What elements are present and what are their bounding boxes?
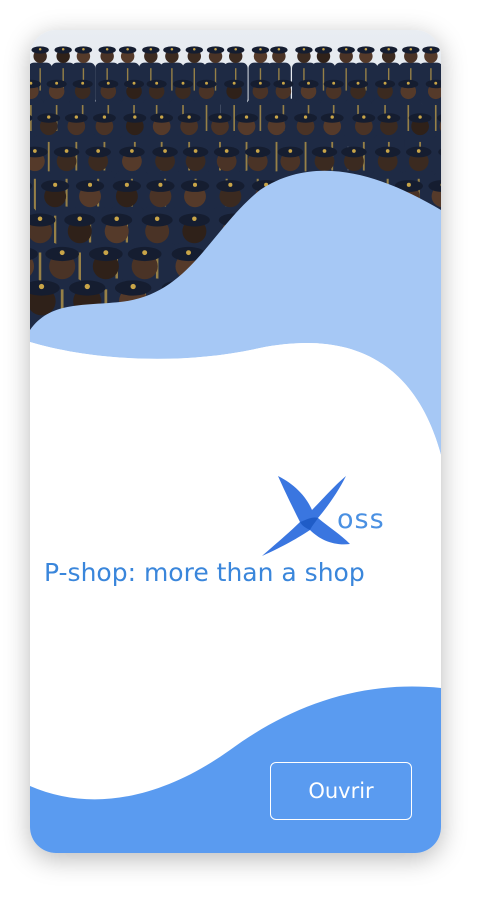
brand-logo: oss: [254, 474, 394, 558]
tagline: P-shop: more than a shop: [44, 558, 365, 587]
open-button[interactable]: Ouvrir: [270, 762, 412, 820]
app-screen: oss P-shop: more than a shop Ouvrir: [30, 30, 441, 853]
background-waves: [30, 170, 441, 853]
brand-name: oss: [337, 504, 385, 535]
